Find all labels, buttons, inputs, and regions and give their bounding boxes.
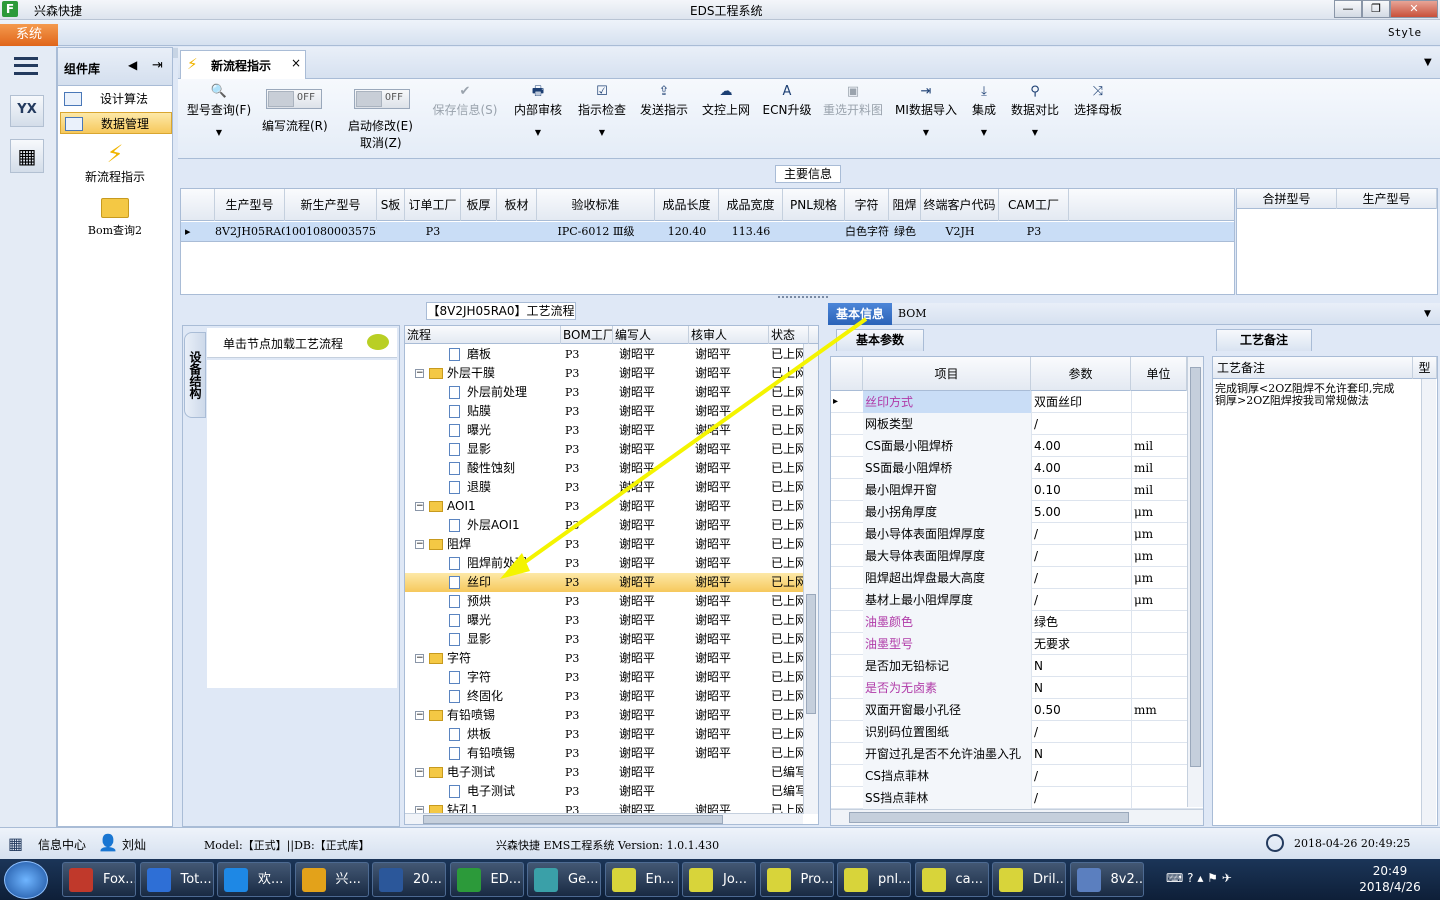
taskbar-app-button[interactable]: Pro... bbox=[759, 862, 834, 897]
lightning-icon: ⚡ bbox=[106, 140, 124, 168]
taskbar-app-button[interactable]: 8v2... bbox=[1069, 862, 1144, 897]
collapse-left-icon[interactable]: ◀ bbox=[128, 58, 137, 72]
app-icon bbox=[999, 868, 1023, 892]
window-icon bbox=[65, 117, 83, 131]
maximize-button[interactable]: ❐ bbox=[1362, 0, 1390, 18]
nav-new-process-instruction[interactable]: ⚡ 新流程指示 bbox=[58, 140, 172, 190]
annotation-arrow bbox=[500, 317, 868, 579]
user-name: 刘灿 bbox=[122, 838, 147, 852]
taskbar-app-label: Ge... bbox=[568, 872, 599, 887]
taskbar-app-button[interactable]: En... bbox=[604, 862, 679, 897]
app-icon bbox=[611, 868, 636, 892]
app-icon bbox=[689, 868, 713, 892]
main-area: ⚡ 新流程指示 × ▼ 🔍 型号查询(F) ▼ OFF 编写流程(R) OFF … bbox=[178, 47, 1440, 827]
taskbar-app-button[interactable]: 兴... bbox=[294, 862, 369, 897]
taskbar-app-label: 20... bbox=[413, 872, 442, 887]
app-icon bbox=[224, 868, 248, 892]
app-icon bbox=[534, 868, 558, 892]
nav-bom-query[interactable]: Bom查询2 bbox=[58, 198, 172, 242]
nav-item-data-management[interactable]: 数据管理 bbox=[60, 112, 172, 134]
tray-time: 20:49 bbox=[1372, 864, 1408, 878]
app-icon bbox=[1076, 868, 1101, 892]
tray-icons[interactable]: ⌨ ? ▴ ⚑ ✈ bbox=[1166, 871, 1232, 885]
factory-module-icon[interactable]: YX bbox=[10, 95, 44, 127]
window-icon bbox=[64, 92, 82, 106]
taskbar-app-label: Tot... bbox=[180, 872, 212, 887]
taskbar-app-button[interactable]: Fox... bbox=[62, 862, 136, 897]
taskbar-app-button[interactable]: ca... bbox=[914, 862, 989, 897]
info-center-link[interactable]: 信息中心 bbox=[38, 836, 86, 853]
version-info: 兴森快捷 EMS工程系统 Version: 1.0.1.430 bbox=[496, 839, 720, 852]
title-bar: F 兴森快捷 EDS工程系统 — ❐ ✕ bbox=[0, 0, 1440, 20]
nav-item-design-algorithm[interactable]: 设计算法 bbox=[60, 88, 172, 110]
taskbar-app-label: En... bbox=[645, 872, 675, 887]
app-icon bbox=[456, 868, 481, 892]
taskbar-app-button[interactable]: 欢... bbox=[217, 862, 291, 897]
taskbar-app-label: Fox... bbox=[103, 872, 136, 887]
status-bar: ▦ 信息中心 👤 刘灿 Model:【正式】||DB:【正式库】 兴森快捷 EM… bbox=[0, 827, 1440, 859]
component-library-panel: 组件库 ◀ ⇥ 设计算法 数据管理 ⚡ 新流程指示 Bom查询2 bbox=[57, 47, 173, 827]
taskbar-app-button[interactable]: Ge... bbox=[527, 862, 601, 897]
nav-title: 组件库 bbox=[64, 62, 101, 76]
hamburger-menu-icon[interactable] bbox=[14, 57, 38, 75]
app-logo-icon: F bbox=[2, 1, 18, 17]
nav-item-label: 设计算法 bbox=[100, 92, 149, 106]
pin-icon[interactable]: ⇥ bbox=[152, 58, 163, 73]
style-menu[interactable]: Style bbox=[1388, 26, 1421, 39]
app-icon bbox=[766, 868, 791, 892]
taskbar-app-label: 欢... bbox=[258, 872, 284, 887]
menu-bar: Style bbox=[0, 20, 1440, 58]
user-icon: 👤 bbox=[98, 833, 118, 852]
minimize-button[interactable]: — bbox=[1334, 0, 1362, 18]
taskbar-app-button[interactable]: Jo... bbox=[682, 862, 756, 897]
taskbar-app-button[interactable]: ED... bbox=[449, 862, 524, 897]
taskbar-app-button[interactable]: 20... bbox=[372, 862, 446, 897]
nav-item-label: 数据管理 bbox=[101, 117, 150, 131]
module-strip: YX ▦ bbox=[0, 47, 57, 827]
system-menu-button[interactable]: 系统 bbox=[0, 24, 58, 46]
close-window-button[interactable]: ✕ bbox=[1390, 0, 1438, 18]
taskbar-app-label: Pro... bbox=[800, 872, 834, 887]
taskbar-app-label: 兴... bbox=[335, 872, 361, 887]
grid-apps-icon[interactable]: ▦ bbox=[8, 834, 23, 853]
app-icon bbox=[921, 868, 946, 892]
taskbar-app-button[interactable]: pnl... bbox=[837, 862, 911, 897]
folder-open-icon bbox=[101, 198, 129, 218]
clock-icon bbox=[1266, 834, 1284, 852]
app-icon bbox=[844, 868, 868, 892]
taskbar-app-label: ca... bbox=[955, 872, 984, 887]
nav-big-label: Bom查询2 bbox=[87, 224, 143, 237]
app-icon bbox=[146, 868, 171, 892]
nav-big-label: 新流程指示 bbox=[84, 170, 145, 184]
calendar-module-icon[interactable]: ▦ bbox=[10, 139, 44, 173]
tray-clock[interactable]: 20:49 2018/4/26 bbox=[1350, 863, 1430, 895]
app-icon bbox=[301, 868, 326, 892]
nav-header: 组件库 ◀ ⇥ bbox=[58, 48, 172, 86]
taskbar-app-label: Dril... bbox=[1033, 872, 1066, 887]
taskbar-app-label: Jo... bbox=[723, 872, 747, 887]
tray-date: 2018/4/26 bbox=[1359, 880, 1421, 894]
taskbar-app-button[interactable]: Tot... bbox=[139, 862, 214, 897]
model-db-status: Model:【正式】||DB:【正式库】 bbox=[204, 839, 370, 852]
taskbar-app-label: 8v2... bbox=[1110, 872, 1144, 887]
status-datetime: 2018-04-26 20:49:25 bbox=[1294, 837, 1411, 850]
start-button[interactable] bbox=[4, 861, 48, 899]
taskbar-app-button[interactable]: Dril... bbox=[992, 862, 1066, 897]
window-title: EDS工程系统 bbox=[690, 4, 763, 18]
taskbar-app-label: ED... bbox=[490, 872, 522, 887]
app-icon bbox=[379, 868, 403, 892]
app-name: 兴森快捷 bbox=[34, 4, 83, 18]
app-icon bbox=[69, 868, 93, 892]
taskbar-app-label: pnl... bbox=[878, 872, 911, 887]
